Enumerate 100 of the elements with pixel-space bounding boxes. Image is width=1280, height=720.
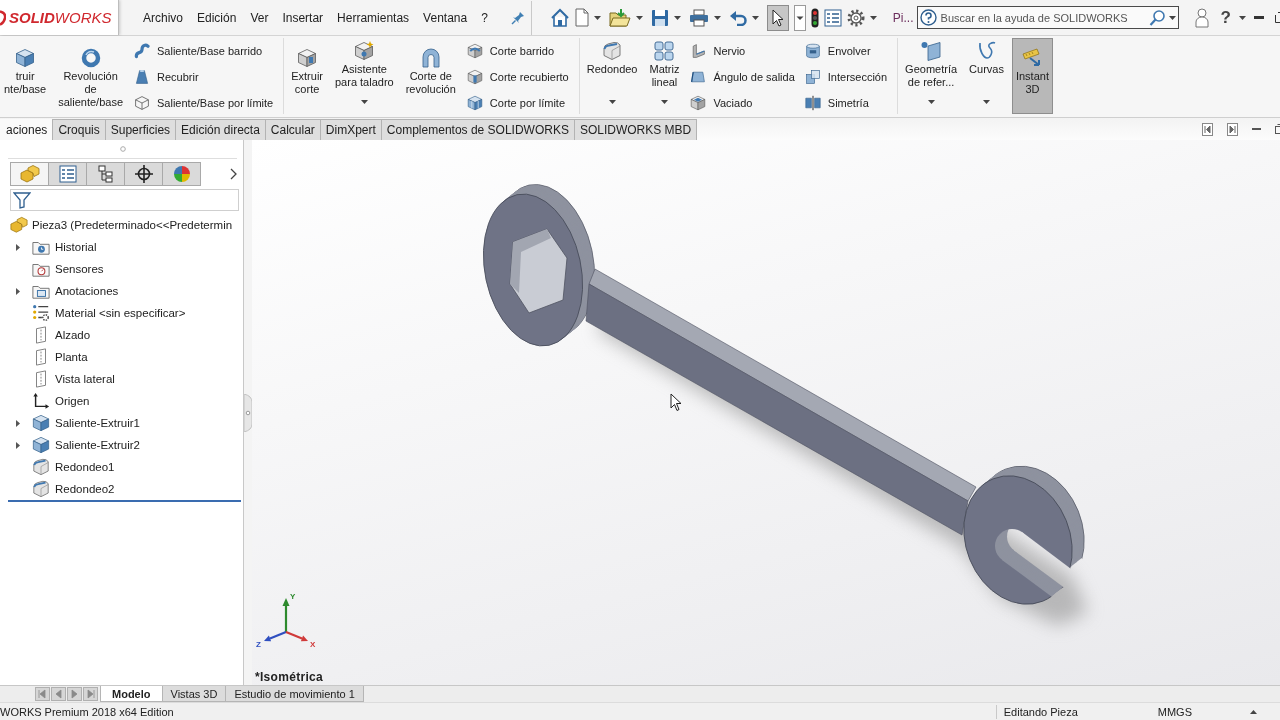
ribbon-button[interactable]: Vaciado [687,90,798,116]
menu-item[interactable]: Ventana [416,8,475,27]
ribbon-button[interactable]: Intersección [801,64,891,90]
search-input[interactable]: Buscar en la ayuda de SOLIDWORKS [940,11,1145,24]
caret-icon[interactable] [635,15,643,20]
ribbon-button[interactable]: Simetría [801,90,891,116]
ribbon-button[interactable]: truir nte/base [0,38,51,114]
menu-item[interactable]: ? [474,8,495,27]
menu-item[interactable]: Insertar [275,8,331,27]
ribbon-button[interactable]: Saliente/Base por límite [131,90,277,116]
ribbon-tab[interactable]: Superficies [104,119,177,140]
ribbon-button[interactable]: Extruir corte [287,38,327,114]
ribbon-tab[interactable]: Complementos de SOLIDWORKS [380,119,575,140]
panel-tab[interactable] [86,162,125,186]
tree-item[interactable]: Anotaciones [55,285,119,297]
caret-icon[interactable] [608,100,616,104]
caret-icon[interactable] [660,100,668,104]
ribbon-button[interactable]: Envolver [801,38,891,64]
help-circle-icon[interactable] [919,9,937,26]
expand-arrow-icon[interactable] [16,243,20,251]
graphics-area[interactable]: Y Z X *Isométrica [252,140,1280,685]
tree-item[interactable]: Sensores [55,263,104,275]
panel-tab[interactable] [124,162,163,186]
tree-item[interactable]: Historial [55,241,97,253]
caret-icon[interactable] [751,15,759,20]
ribbon-button[interactable]: Geometría de refer... [901,38,962,114]
caret-icon[interactable] [593,15,601,20]
document-name[interactable]: Pi... [892,10,914,25]
expand-arrow-icon[interactable] [16,419,20,427]
model-tab[interactable]: Vistas 3D [161,686,227,702]
logo: SOLIDWORKS [9,9,112,26]
tree-item[interactable]: Redondeo1 [55,461,115,473]
ribbon-tab[interactable]: DimXpert [319,119,382,140]
tree-item[interactable]: Material <sin especificar> [55,307,186,319]
ribbon-button[interactable]: Saliente/Base barrido [131,38,277,64]
tree-item[interactable]: Alzado [55,329,91,341]
menu-item[interactable]: Ver [243,8,276,27]
tree-item[interactable]: Vista lateral [55,373,115,385]
search-field[interactable]: Buscar en la ayuda de SOLIDWORKS [916,6,1179,29]
ribbon-button[interactable]: Revolución de saliente/base [54,38,128,114]
gear-icon[interactable] [846,8,865,27]
caret-icon[interactable] [869,15,877,20]
ribbon-button[interactable]: Ángulo de salida [687,64,798,90]
grip-icon[interactable] [119,146,126,152]
ribbon-button[interactable]: Redondeo [582,38,642,114]
restore-icon[interactable] [1275,12,1280,23]
tree-item[interactable]: Redondeo2 [55,483,115,495]
ribbon-tab[interactable]: Edición directa [175,119,266,140]
caret-icon[interactable] [713,15,721,20]
menu-item[interactable]: Herramientas [330,8,417,27]
caret-icon[interactable] [673,15,681,20]
splitter-handle[interactable] [244,393,252,432]
help-button[interactable]: ? [1217,6,1234,29]
ribbon-button[interactable]: Curvas [965,38,1008,114]
ribbon-button[interactable]: Matriz lineal [645,38,684,114]
expand-arrow-icon[interactable] [16,441,20,449]
chevron-right-icon[interactable] [230,168,237,180]
traffic-light-icon[interactable] [810,7,819,28]
home-icon[interactable] [549,7,570,28]
panel-left-icon[interactable] [1202,122,1213,136]
ribbon-button[interactable]: Nervio [687,38,798,64]
model-tab[interactable]: Estudio de movimiento 1 [225,686,364,702]
up-caret-icon[interactable] [1250,709,1257,714]
ribbon-tab[interactable]: SOLIDWORKS MBD [573,119,698,140]
caret-icon[interactable] [1168,15,1176,20]
units-selector[interactable]: MMGS [1157,705,1192,718]
user-icon[interactable] [1194,7,1209,28]
tree-item[interactable]: Saliente-Extruir2 [55,439,140,451]
tree-item[interactable]: Pieza3 (Predeterminado<<Predetermin [32,219,233,231]
printer-icon[interactable] [688,8,709,27]
ribbon-button[interactable]: Corte barrido [463,38,572,64]
caret-icon[interactable] [927,100,935,104]
folder-arrow-icon[interactable] [608,7,631,28]
panel-right-icon[interactable] [1227,122,1238,136]
search-icon[interactable] [1148,9,1165,26]
ribbon-button[interactable]: Instant 3D [1011,38,1053,114]
ribbon-tab[interactable]: Croquis [52,119,106,140]
tree-item[interactable]: Saliente-Extruir1 [55,417,140,429]
caret-icon[interactable] [1239,15,1246,20]
filter-field[interactable] [10,189,239,211]
ribbon-button[interactable]: Recubrir [131,64,277,90]
ribbon-tab[interactable]: Calcular [264,119,321,140]
tree-item[interactable]: Planta [55,351,88,363]
caret-icon[interactable] [983,100,990,104]
ribbon-button[interactable]: Asistente para taladro [331,38,398,114]
menu-item[interactable]: Archivo [136,8,190,27]
pin-icon[interactable] [510,10,525,25]
arch-icon [420,48,441,68]
ribbon-button[interactable]: Corte recubierto [463,64,572,90]
tree-item[interactable]: Origen [55,395,90,407]
select-tool-button[interactable] [766,4,789,31]
undo-icon[interactable] [728,9,747,26]
caret-icon[interactable] [360,100,368,104]
ribbon-button[interactable]: Corte por límite [463,90,572,116]
ribbon-button[interactable]: Corte de revolución [401,38,460,114]
model-tab[interactable]: Modelo [100,686,163,702]
menu-item[interactable]: Edición [190,8,244,27]
axis-label: Y [290,592,296,601]
expand-arrow-icon[interactable] [16,287,20,295]
list-icon[interactable] [823,8,842,27]
